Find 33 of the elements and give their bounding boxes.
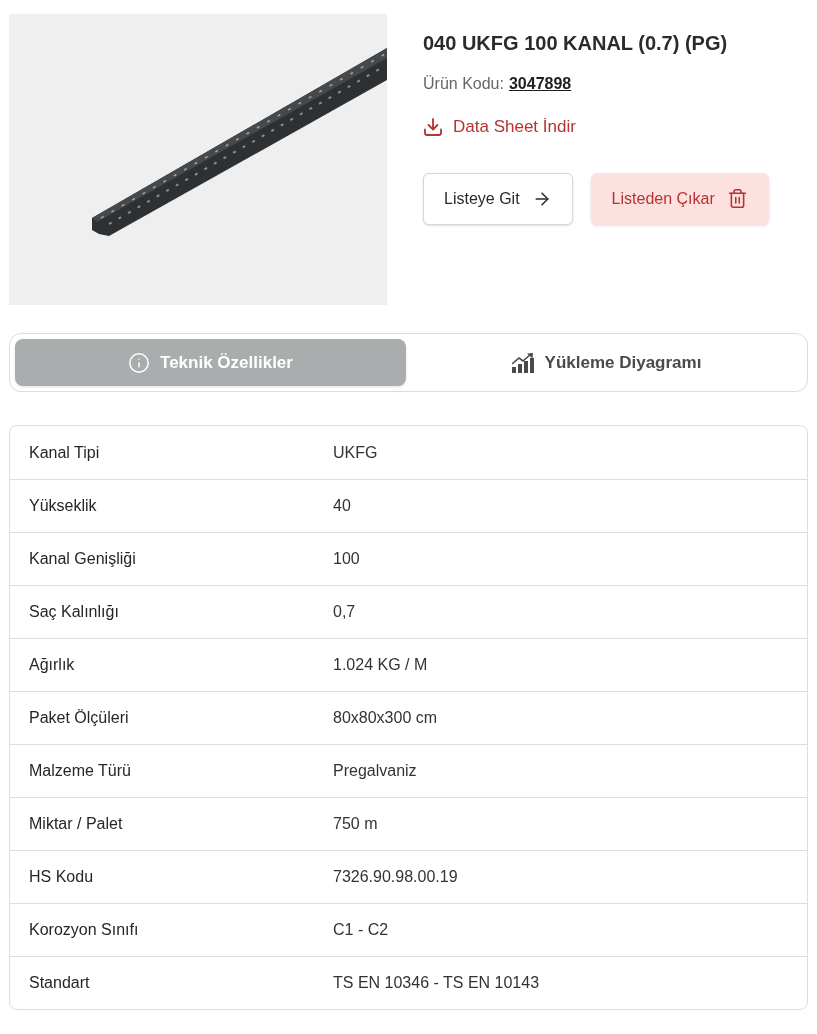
- spec-value: UKFG: [333, 442, 378, 463]
- spec-value: 40: [333, 496, 351, 516]
- spec-label: Ağırlık: [28, 655, 76, 675]
- spec-value: 7326.90.98.00.19: [333, 867, 458, 887]
- product-code-label: Ürün Kodu:: [423, 74, 504, 94]
- spec-value: 750 m: [333, 814, 378, 834]
- spec-label: Paket Ölçüleri: [28, 708, 130, 728]
- spec-value: C1 - C2: [333, 920, 389, 940]
- remove-from-list-button[interactable]: Listeden Çıkar: [590, 172, 769, 225]
- spec-value: 0,7: [333, 602, 356, 622]
- spec-value: TS EN 10346 - TS EN 10143: [333, 973, 540, 993]
- spec-label: Saç Kalınlığı: [28, 602, 120, 622]
- info-icon: [128, 351, 151, 374]
- trash-icon: [726, 188, 748, 209]
- spec-label: Malzeme Türü: [28, 761, 132, 781]
- product-title: 040 UKFG 100 KANAL (0.7) (PG): [423, 31, 729, 56]
- tab[interactable]: Yükleme Diyagramı: [411, 339, 802, 386]
- bar-chart-icon: [511, 352, 535, 373]
- spec-label: Standart: [28, 973, 91, 993]
- spec-value: Pregalvaniz: [333, 761, 417, 781]
- spec-value: 100: [333, 549, 360, 569]
- spec-label: Miktar / Palet: [28, 814, 124, 834]
- product-code-link[interactable]: 3047898: [508, 73, 572, 95]
- download-icon: [423, 116, 443, 137]
- spec-label: Yükseklik: [28, 496, 98, 516]
- spec-label: Kanal Tipi: [28, 442, 101, 463]
- spec-label: Korozyon Sınıfı: [28, 920, 140, 940]
- spec-label: Kanal Genişliği: [28, 549, 137, 569]
- spec-value: 1.024 KG / M: [333, 655, 428, 675]
- spec-label: HS Kodu: [28, 867, 95, 887]
- datasheet-download-link[interactable]: Data Sheet İndir: [423, 114, 576, 140]
- spec-value: 80x80x300 cm: [333, 708, 438, 728]
- go-to-list-button[interactable]: Listeye Git: [423, 172, 573, 225]
